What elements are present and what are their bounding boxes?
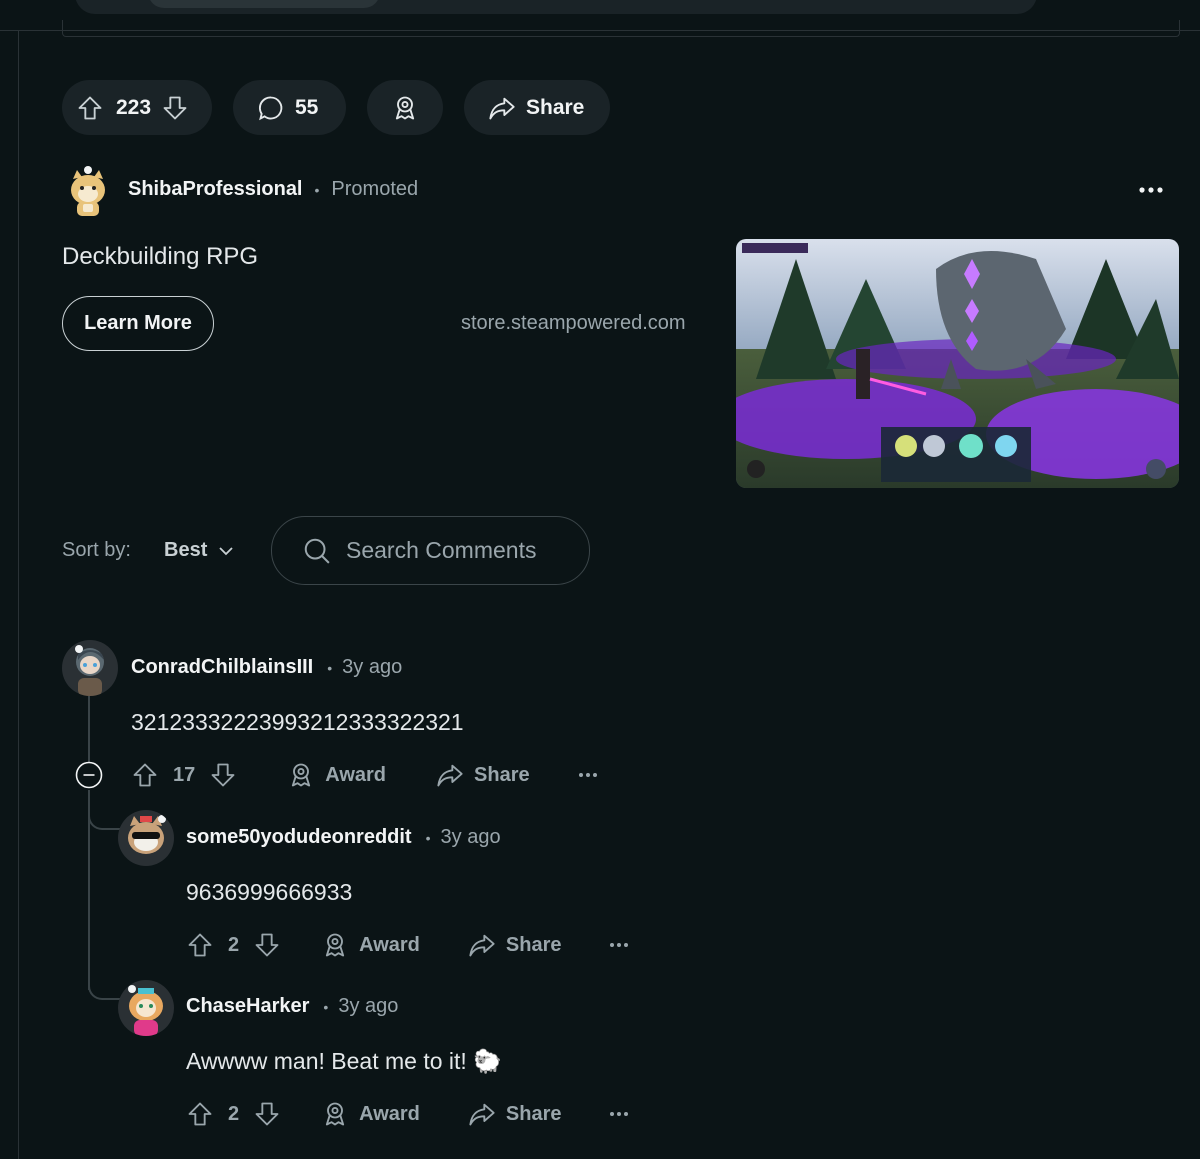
separator-dot: • bbox=[425, 829, 431, 846]
share-icon bbox=[468, 1100, 496, 1128]
downvote-icon[interactable] bbox=[253, 931, 281, 959]
share-button[interactable]: Share bbox=[464, 80, 610, 135]
comment-time[interactable]: 3y ago bbox=[342, 656, 402, 679]
vote-count: 2 bbox=[228, 1102, 240, 1125]
share-label: Share bbox=[505, 933, 562, 956]
share-label: Share bbox=[505, 1102, 562, 1125]
share-icon bbox=[488, 94, 516, 122]
award-button[interactable]: Award bbox=[287, 761, 386, 789]
vote-pill: 223 bbox=[62, 80, 212, 135]
comment-body: 9636999666933 bbox=[186, 879, 353, 905]
share-icon bbox=[468, 931, 496, 959]
thread-line-root bbox=[88, 694, 90, 762]
avatar[interactable] bbox=[118, 810, 174, 866]
vote-count: 17 bbox=[173, 763, 196, 786]
award-label: Award bbox=[359, 933, 420, 956]
upvote-icon[interactable] bbox=[186, 1100, 214, 1128]
share-icon bbox=[436, 761, 464, 789]
comments-button[interactable]: 55 bbox=[233, 80, 346, 135]
separator-dot: • bbox=[314, 181, 320, 198]
sort-value: Best bbox=[164, 539, 208, 561]
search-icon bbox=[302, 536, 332, 566]
downvote-icon[interactable] bbox=[253, 1100, 281, 1128]
comment-username[interactable]: ConradChilblainsIII bbox=[131, 656, 313, 679]
award-icon bbox=[391, 94, 419, 122]
comment-icon bbox=[257, 94, 285, 122]
ad-thumbnail[interactable] bbox=[736, 239, 1179, 488]
separator-dot: • bbox=[327, 659, 333, 676]
chevron-down-icon bbox=[217, 542, 235, 560]
comment-username[interactable]: some50yodudeonreddit bbox=[186, 826, 412, 849]
upvote-icon[interactable] bbox=[76, 94, 104, 122]
ad-domain[interactable]: store.steampowered.com bbox=[461, 312, 686, 335]
award-icon bbox=[321, 931, 349, 959]
collapse-icon[interactable] bbox=[75, 761, 103, 789]
comment-actions: 17 Award Share bbox=[131, 761, 598, 789]
vote-count: 2 bbox=[228, 933, 240, 956]
award-icon bbox=[287, 761, 315, 789]
upvote-icon[interactable] bbox=[186, 931, 214, 959]
post-content-frame bbox=[62, 20, 1180, 37]
comment-username[interactable]: ChaseHarker bbox=[186, 995, 309, 1018]
search-placeholder: Search Comments bbox=[346, 537, 537, 563]
comment-actions: 2 Award Share bbox=[186, 931, 629, 959]
avatar[interactable] bbox=[62, 640, 118, 696]
more-icon[interactable] bbox=[1138, 180, 1164, 200]
thread-branch-2 bbox=[88, 968, 120, 1000]
comment-count: 55 bbox=[295, 95, 319, 119]
sort-dropdown[interactable]: Best bbox=[164, 539, 235, 562]
share-label: Share bbox=[474, 763, 530, 786]
left-divider bbox=[18, 30, 19, 1159]
share-button[interactable]: Share bbox=[468, 931, 562, 959]
comment-search-box[interactable]: Search Comments bbox=[271, 516, 590, 585]
more-icon[interactable] bbox=[578, 770, 598, 780]
downvote-icon[interactable] bbox=[209, 761, 237, 789]
header-search-highlight bbox=[148, 0, 380, 8]
sort-label: Sort by: bbox=[62, 539, 131, 561]
share-button[interactable]: Share bbox=[436, 761, 530, 789]
downvote-icon[interactable] bbox=[161, 94, 189, 122]
ad-username[interactable]: ShibaProfessional bbox=[128, 178, 303, 201]
vote-count: 223 bbox=[116, 95, 152, 119]
ad-headline[interactable]: Deckbuilding RPG bbox=[62, 243, 258, 271]
comment-time[interactable]: 3y ago bbox=[441, 826, 501, 849]
share-label: Share bbox=[526, 95, 585, 119]
award-button[interactable]: Award bbox=[321, 931, 420, 959]
more-icon[interactable] bbox=[609, 1109, 629, 1119]
upvote-icon[interactable] bbox=[131, 761, 159, 789]
share-button[interactable]: Share bbox=[468, 1100, 562, 1128]
ad-avatar[interactable] bbox=[64, 164, 112, 218]
thread-branch-1 bbox=[88, 800, 120, 830]
avatar[interactable] bbox=[118, 980, 174, 1036]
separator-dot: • bbox=[323, 998, 329, 1015]
comment-body: 32123332223993212333322321 bbox=[131, 709, 464, 735]
award-button[interactable]: Award bbox=[321, 1100, 420, 1128]
comment-time[interactable]: 3y ago bbox=[338, 995, 398, 1018]
learn-more-button[interactable]: Learn More bbox=[62, 296, 214, 351]
award-icon bbox=[321, 1100, 349, 1128]
promoted-label: Promoted bbox=[331, 178, 419, 200]
comment-actions: 2 Award Share bbox=[186, 1100, 629, 1128]
award-label: Award bbox=[359, 1102, 420, 1125]
award-label: Award bbox=[325, 763, 387, 786]
more-icon[interactable] bbox=[609, 940, 629, 950]
award-button[interactable] bbox=[367, 80, 443, 135]
comment-body: Awwww man! Beat me to it! 🐑 bbox=[186, 1048, 502, 1074]
